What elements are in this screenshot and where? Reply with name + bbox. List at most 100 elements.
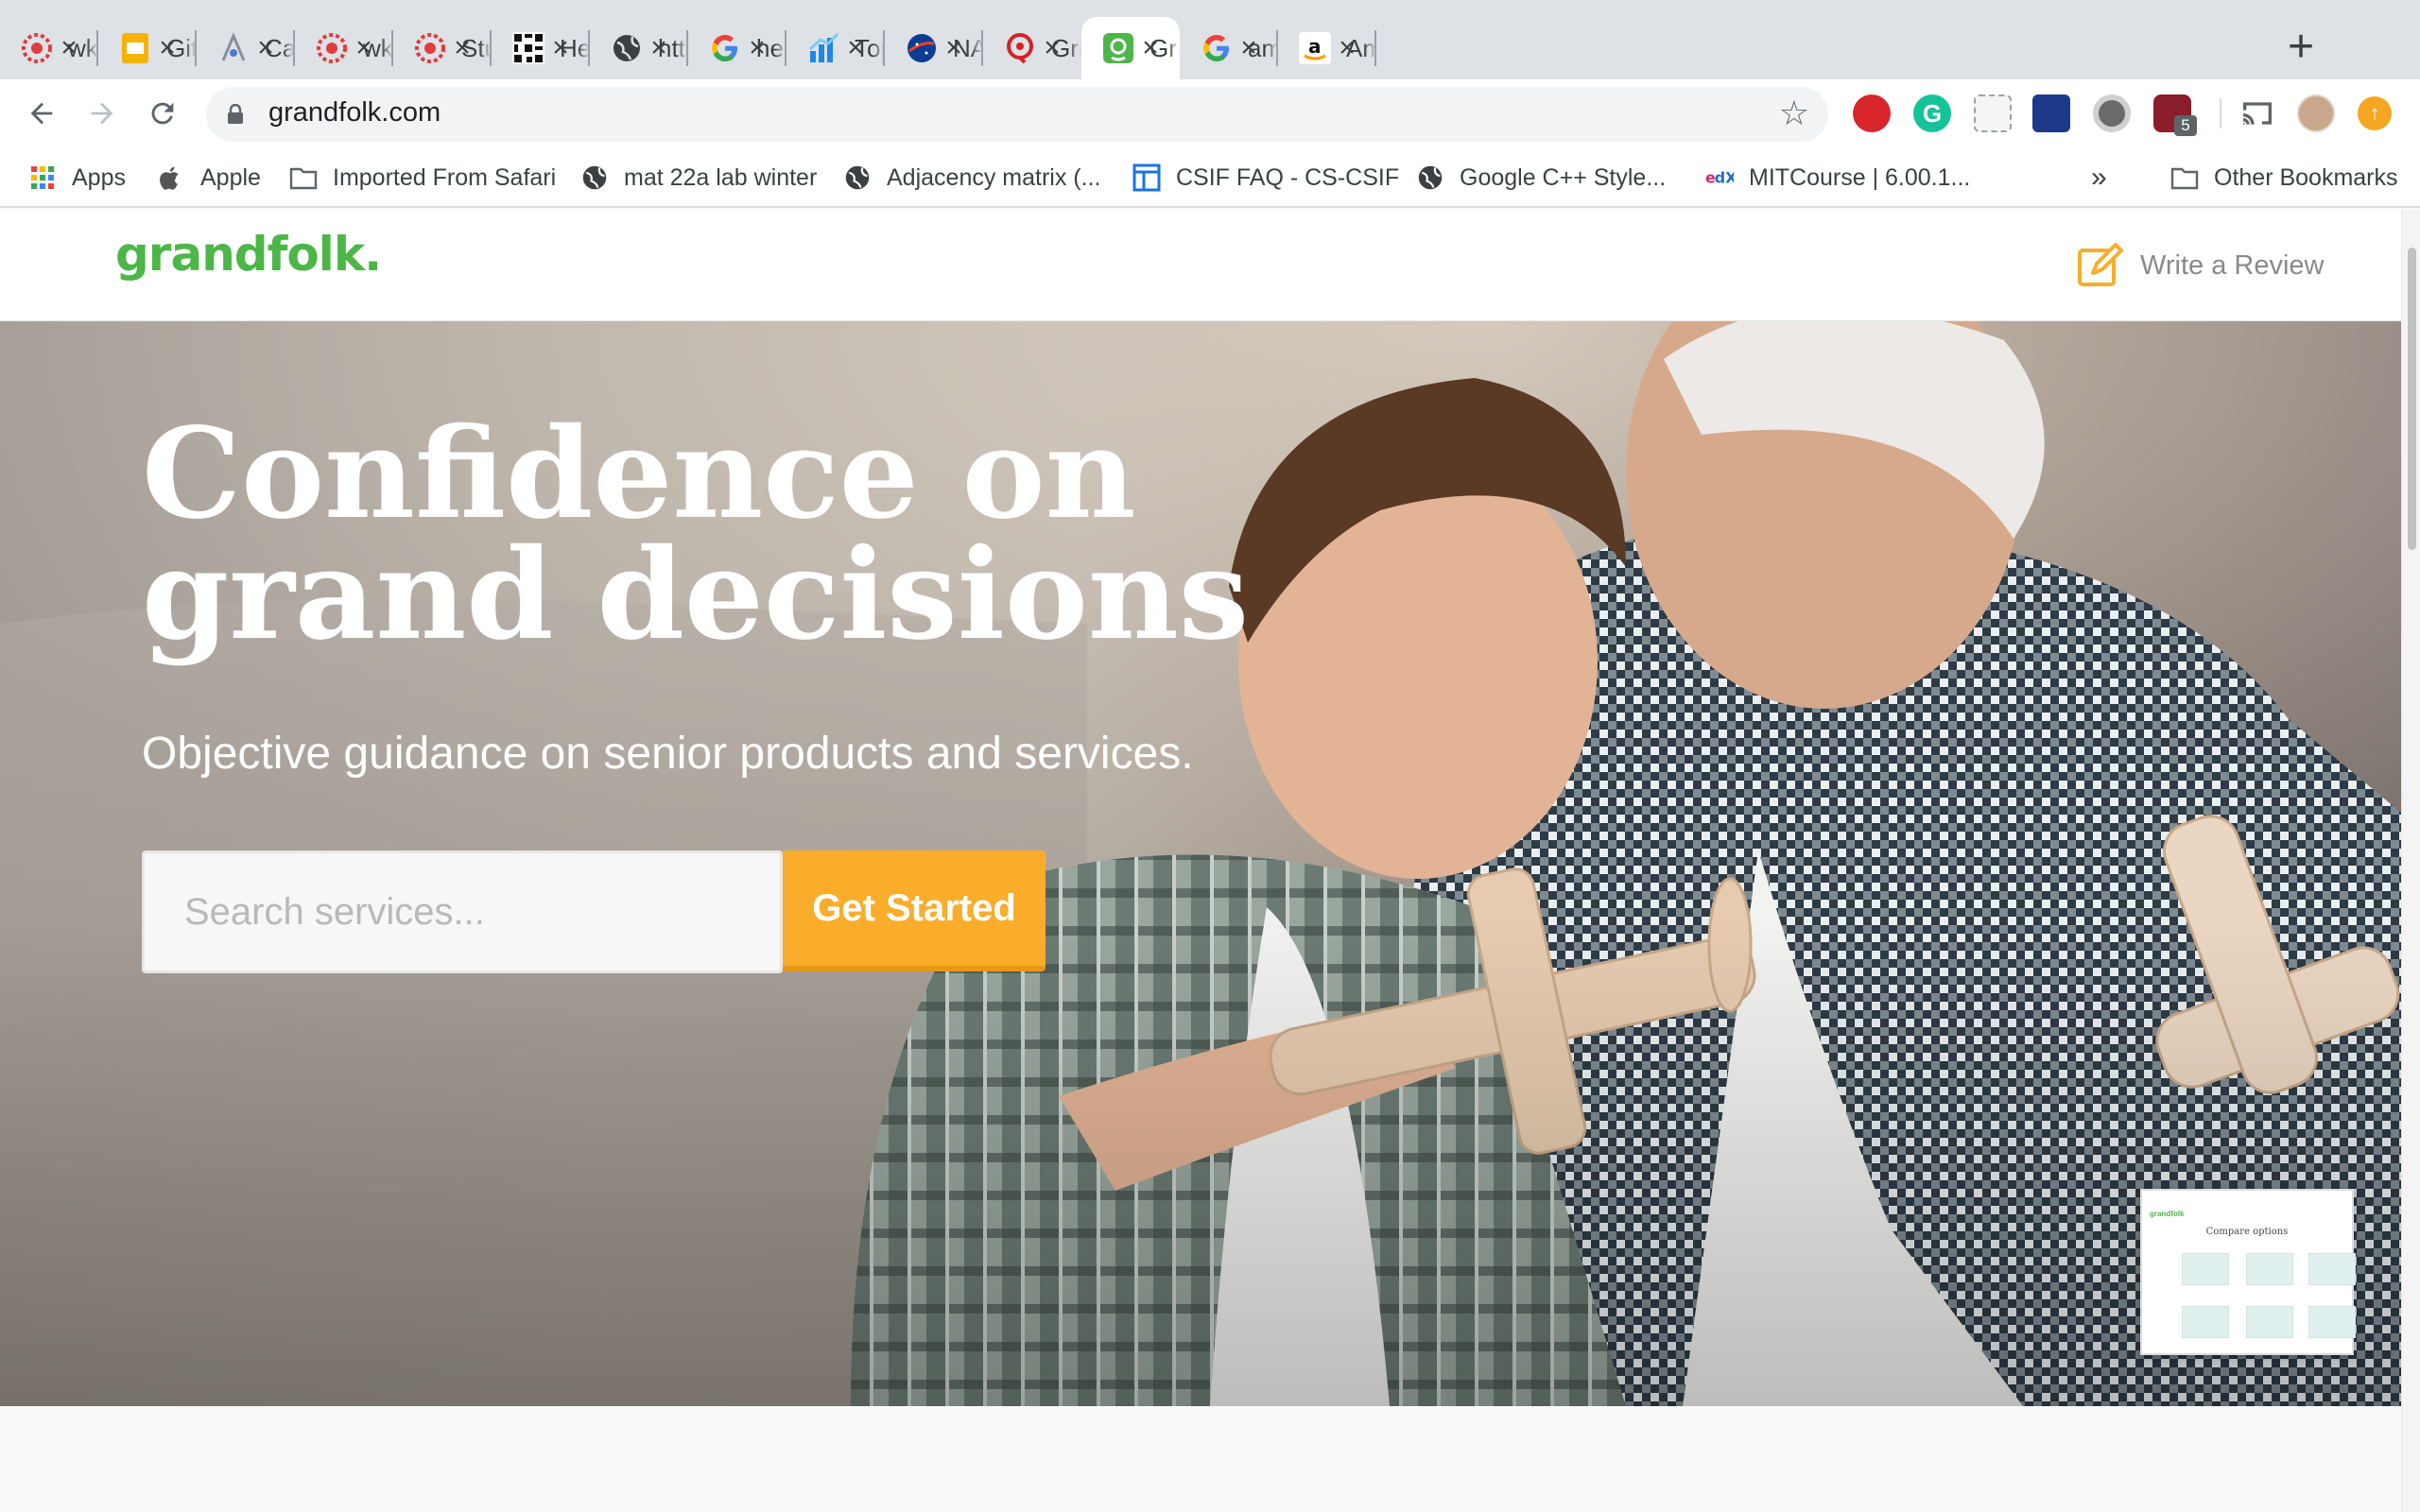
back-arrow-icon [30, 102, 53, 125]
browser-tab[interactable]: http× [590, 17, 688, 79]
folder-icon [2170, 163, 2199, 192]
hero-title-line-1: Confidence on [142, 401, 1136, 547]
close-tab-icon[interactable]: × [53, 32, 85, 64]
close-tab-icon[interactable]: × [643, 32, 675, 64]
close-tab-icon[interactable]: × [348, 32, 380, 64]
bookmark-item[interactable]: Google C++ Style... [1416, 161, 1666, 195]
update-icon[interactable]: ↑ [2358, 96, 2392, 130]
bookmark-item[interactable]: CSIF FAQ - CS-CSIF [1132, 161, 1399, 195]
browser-tab[interactable]: a Am × [1278, 17, 1376, 79]
compass-icon [217, 32, 250, 64]
browser-tab[interactable]: Call× [197, 17, 295, 79]
circle-extension-icon[interactable] [2093, 94, 2131, 132]
browser-tab[interactable]: Stud× [393, 17, 492, 79]
preview-tile [2246, 1306, 2293, 1338]
url-text: grandfolk.com [268, 97, 441, 128]
apps-grid-icon [28, 163, 57, 192]
lock-icon [228, 104, 243, 124]
bookmark-item[interactable]: Adjacency matrix (... [843, 161, 1100, 195]
browser-tab[interactable]: Gre× [983, 17, 1081, 79]
toolbar-divider [2220, 98, 2221, 129]
ucd-wheel-icon [414, 32, 446, 64]
trend-micro-extension-icon[interactable] [1853, 94, 1891, 132]
bookmark-label: Apple [200, 163, 261, 191]
ublock-extension-icon[interactable]: 5 [2153, 94, 2197, 136]
preview-tile [2308, 1306, 2356, 1338]
ucd-wheel-icon [316, 32, 348, 64]
preview-tile [2308, 1253, 2356, 1285]
bookmark-label: Google C++ Style... [1460, 163, 1667, 191]
cast-icon[interactable] [2238, 94, 2276, 132]
tab-strip: wk4×Git a×Call×wk5×Stud×Hea×http×heal×To… [0, 0, 2420, 79]
bookmark-item[interactable]: Apps [28, 161, 126, 195]
browser-tab[interactable]: Hea× [492, 17, 590, 79]
browser-tab[interactable]: wk5× [295, 17, 393, 79]
grandfolk-icon [1102, 32, 1134, 64]
bookmark-label: Imported From Safari [333, 163, 557, 191]
honey-extension-icon[interactable] [2032, 94, 2070, 132]
forward-button[interactable] [79, 91, 125, 136]
close-tab-icon[interactable]: × [839, 32, 872, 64]
preview-tile [2182, 1253, 2229, 1285]
address-bar[interactable]: grandfolk.com ☆ [206, 87, 1828, 142]
folder-icon [289, 163, 318, 192]
screenshot-extension-icon[interactable] [1974, 94, 2012, 132]
grammarly-extension-icon[interactable]: G [1913, 94, 1951, 132]
apple-icon [157, 163, 185, 192]
bookmark-item[interactable]: Imported From Safari [289, 161, 556, 195]
forward-arrow-icon [91, 102, 113, 125]
new-tab-button[interactable]: + [2278, 25, 2324, 72]
reload-button[interactable] [140, 91, 185, 136]
close-tab-icon[interactable]: × [1233, 32, 1265, 64]
hero-title-line-2: grand decisions [142, 522, 1250, 668]
bookmark-label: mat 22a lab winter [624, 163, 818, 191]
search-services-input[interactable] [142, 850, 783, 973]
globe-icon [580, 163, 609, 192]
preview-title: Compare options [2205, 1227, 2289, 1237]
close-tab-icon[interactable]: × [446, 32, 478, 64]
bookmark-item[interactable]: mat 22a lab winter [580, 161, 817, 195]
close-tab-icon[interactable]: × [151, 32, 183, 64]
close-tab-icon[interactable]: × [1134, 32, 1167, 64]
back-button[interactable] [19, 91, 64, 136]
close-tab-icon[interactable]: × [544, 32, 577, 64]
bookmarks-overflow-button[interactable]: » [2091, 161, 2107, 195]
preview-tile [2246, 1253, 2293, 1285]
browser-tab[interactable]: NAS× [885, 17, 983, 79]
hero-section: Confidence on grand decisions Objective … [0, 321, 2401, 1406]
compare-options-preview[interactable]: grandfolk Compare options [2140, 1189, 2356, 1355]
bookmark-label: MITCourse | 6.00.1... [1749, 163, 1971, 191]
bookmark-star-icon[interactable]: ☆ [1779, 96, 1809, 130]
page-scrollbar[interactable] [2401, 210, 2420, 1512]
browser-toolbar: grandfolk.com ☆ G 5 ↑ [0, 79, 2420, 147]
scrollbar-thumb[interactable] [2408, 248, 2416, 550]
slides-icon [119, 32, 151, 64]
preview-logo: grandfolk [2150, 1210, 2185, 1218]
close-tab-icon[interactable]: × [250, 32, 282, 64]
browser-tab[interactable]: heal× [688, 17, 786, 79]
close-tab-icon[interactable]: × [741, 32, 773, 64]
other-bookmarks-folder[interactable]: Other Bookmarks [2170, 161, 2398, 195]
grandfolk-logo[interactable]: grandfolk. [115, 227, 382, 282]
profile-avatar[interactable] [2297, 94, 2335, 132]
close-tab-icon[interactable]: × [1036, 32, 1068, 64]
close-tab-icon[interactable]: × [1331, 32, 1363, 64]
get-started-button[interactable]: Get Started [783, 850, 1046, 971]
browser-tab[interactable]: wk4× [0, 17, 98, 79]
svg-text:dX: dX [1715, 168, 1734, 186]
pin-icon [1004, 32, 1036, 64]
preview-tile [2182, 1306, 2229, 1338]
browser-tab[interactable]: ama× [1180, 17, 1278, 79]
other-bookmarks-label: Other Bookmarks [2214, 163, 2398, 191]
bookmark-item[interactable]: edX MITCourse | 6.00.1... [1705, 161, 1970, 195]
tab-separator [1374, 30, 1376, 66]
logo-dot: . [364, 227, 382, 282]
browser-tab[interactable]: Top× [786, 17, 885, 79]
bookmark-item[interactable]: Apple [157, 161, 261, 195]
close-tab-icon[interactable]: × [938, 32, 970, 64]
google-icon [709, 32, 741, 64]
browser-tab[interactable]: Git a× [98, 17, 197, 79]
globe-icon [843, 163, 872, 192]
browser-tab[interactable]: Gra× [1081, 17, 1180, 79]
write-review-link[interactable]: Write a Review [2076, 240, 2324, 291]
